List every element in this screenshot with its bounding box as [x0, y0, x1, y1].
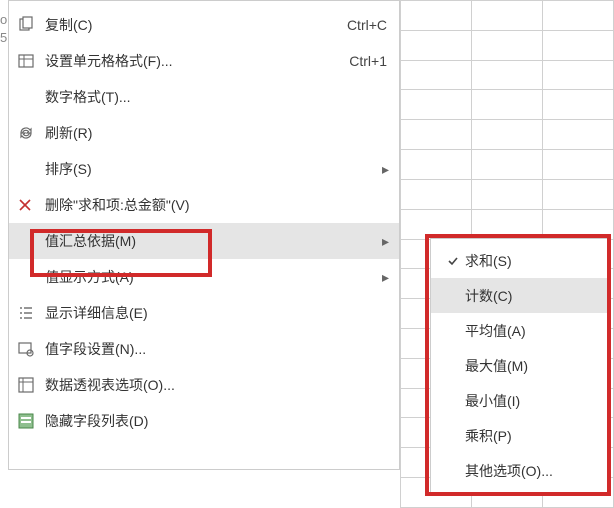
menu-label: 刷新(R)	[45, 123, 399, 143]
menu-sort[interactable]: 排序(S) ▸	[9, 151, 399, 187]
menu-summarize-values-by[interactable]: 值汇总依据(M) ▸	[9, 223, 399, 259]
summarize-submenu: 求和(S) 计数(C) 平均值(A) 最大值(M) 最小值(I) 乘积(P) 其…	[430, 238, 608, 493]
submenu-label: 计数(C)	[465, 286, 512, 306]
context-menu: 复制(C) Ctrl+C 设置单元格格式(F)... Ctrl+1 数字格式(T…	[8, 0, 400, 470]
menu-shortcut: Ctrl+1	[349, 53, 399, 69]
chevron-right-icon: ▸	[382, 161, 399, 178]
menu-label: 数据透视表选项(O)...	[45, 375, 399, 395]
copy-icon	[17, 16, 45, 34]
check-icon	[447, 255, 465, 267]
menu-label: 删除"求和项:总金额"(V)	[45, 195, 399, 215]
cropped-row-label-top: o	[0, 12, 7, 27]
submenu-label: 最小值(I)	[465, 391, 520, 411]
submenu-sum[interactable]: 求和(S)	[431, 243, 607, 278]
menu-copy[interactable]: 复制(C) Ctrl+C	[9, 7, 399, 43]
field-list-icon	[17, 412, 45, 430]
submenu-more-options[interactable]: 其他选项(O)...	[431, 453, 607, 488]
submenu-average[interactable]: 平均值(A)	[431, 313, 607, 348]
format-cells-icon	[17, 52, 45, 70]
field-settings-icon	[17, 340, 45, 358]
submenu-count[interactable]: 计数(C)	[431, 278, 607, 313]
submenu-label: 平均值(A)	[465, 321, 526, 341]
submenu-min[interactable]: 最小值(I)	[431, 383, 607, 418]
menu-refresh[interactable]: 刷新(R)	[9, 115, 399, 151]
refresh-icon	[17, 124, 45, 142]
chevron-right-icon: ▸	[382, 269, 399, 286]
cropped-row-label-bottom: 5	[0, 30, 7, 45]
menu-label: 复制(C)	[45, 15, 347, 35]
menu-label: 值汇总依据(M)	[45, 231, 382, 251]
menu-number-format[interactable]: 数字格式(T)...	[9, 79, 399, 115]
menu-label: 数字格式(T)...	[45, 87, 399, 107]
submenu-label: 最大值(M)	[465, 356, 528, 376]
submenu-label: 求和(S)	[465, 251, 512, 271]
menu-label: 隐藏字段列表(D)	[45, 411, 399, 431]
submenu-label: 其他选项(O)...	[465, 461, 553, 481]
menu-label: 显示详细信息(E)	[45, 303, 399, 323]
menu-show-details[interactable]: 显示详细信息(E)	[9, 295, 399, 331]
submenu-product[interactable]: 乘积(P)	[431, 418, 607, 453]
details-icon	[17, 304, 45, 322]
menu-hide-field-list[interactable]: 隐藏字段列表(D)	[9, 403, 399, 439]
menu-value-field-settings[interactable]: 值字段设置(N)...	[9, 331, 399, 367]
menu-label: 设置单元格格式(F)...	[45, 51, 349, 71]
menu-remove-field[interactable]: 删除"求和项:总金额"(V)	[9, 187, 399, 223]
menu-shortcut: Ctrl+C	[347, 17, 399, 33]
submenu-label: 乘积(P)	[465, 426, 512, 446]
menu-pivot-table-options[interactable]: 数据透视表选项(O)...	[9, 367, 399, 403]
menu-format-cells[interactable]: 设置单元格格式(F)... Ctrl+1	[9, 43, 399, 79]
menu-label: 排序(S)	[45, 159, 382, 179]
submenu-max[interactable]: 最大值(M)	[431, 348, 607, 383]
delete-icon	[17, 197, 45, 213]
chevron-right-icon: ▸	[382, 233, 399, 250]
menu-label: 值显示方式(A)	[45, 267, 382, 287]
menu-label: 值字段设置(N)...	[45, 339, 399, 359]
pivot-options-icon	[17, 376, 45, 394]
menu-show-values-as[interactable]: 值显示方式(A) ▸	[9, 259, 399, 295]
